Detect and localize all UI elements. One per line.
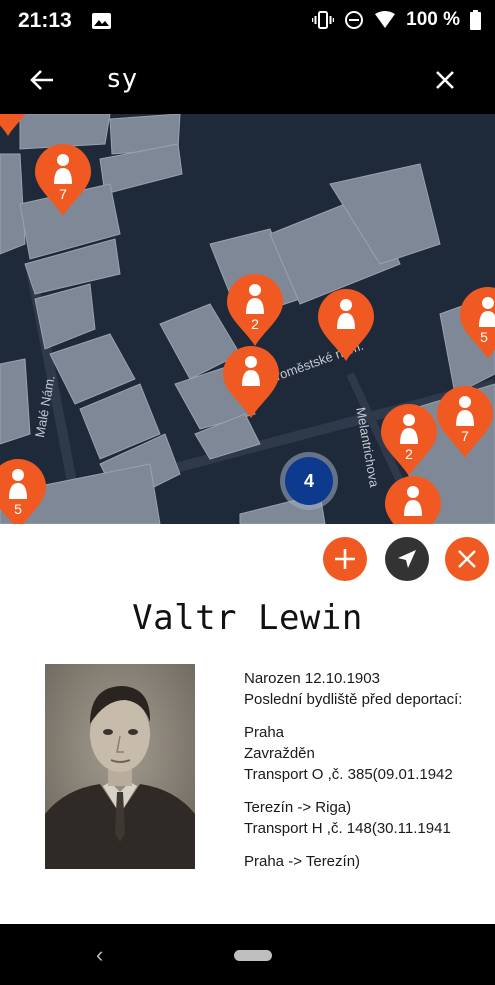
navigation-arrow-icon (398, 550, 416, 568)
wifi-icon (375, 11, 396, 28)
close-icon (458, 550, 476, 568)
map-view[interactable]: Staroměstské nám. Malé Nám. Melantrichov… (0, 114, 495, 524)
person-info: Narozen 12.10.1903 Poslední bydliště pře… (244, 668, 494, 872)
add-button[interactable] (323, 537, 367, 581)
map-marker[interactable] (318, 289, 374, 363)
route-1: Terezín -> Riga) (244, 799, 352, 816)
map-marker[interactable]: 5 (460, 287, 495, 361)
dnd-icon (345, 11, 364, 29)
last-residence-label: Poslední bydliště před deportací: (244, 691, 463, 708)
person-photo (45, 664, 195, 869)
map-marker[interactable]: 2 (381, 404, 437, 478)
map-marker[interactable]: 5 (0, 459, 46, 524)
transport-2: Transport H ,č. 148(30.11.1941 (244, 820, 451, 837)
map-marker[interactable]: 2 (227, 274, 283, 348)
status-icons: 100 % (312, 9, 481, 31)
transport-1: Transport O ,č. 385(09.01.1942 (244, 766, 453, 783)
marker-count: 7 (59, 186, 67, 202)
route-2: Praha -> Terezín) (244, 853, 361, 870)
marker-count: 2 (405, 446, 413, 462)
born-text: Narozen 12.10.1903 (244, 670, 380, 687)
map-marker[interactable]: 7 (437, 386, 493, 460)
back-button[interactable] (22, 60, 62, 100)
person-pin-icon (437, 386, 493, 458)
status-bar: 21:13 100 % (0, 0, 495, 44)
marker-count: 2 (251, 316, 259, 332)
person-pin-icon (35, 144, 91, 216)
battery-percent: 100 % (406, 9, 460, 30)
search-app-bar (0, 44, 495, 114)
person-pin-icon (381, 404, 437, 476)
person-pin-icon (227, 274, 283, 346)
clear-search-button[interactable] (425, 60, 465, 100)
person-pin-icon (318, 289, 374, 361)
person-pin-icon (223, 346, 279, 418)
plus-icon (335, 549, 355, 569)
nav-home-button[interactable] (234, 950, 272, 961)
map-marker[interactable] (0, 114, 36, 138)
close-icon (436, 71, 454, 89)
status-time: 21:13 (18, 9, 72, 32)
person-pin-icon (460, 287, 495, 359)
person-name: Valtr Lewin (132, 598, 363, 638)
fate-text: Zavražděn (244, 745, 315, 762)
nav-back-button[interactable]: ‹ (96, 942, 103, 968)
close-detail-button[interactable] (445, 537, 489, 581)
navigate-button[interactable] (385, 537, 429, 581)
battery-icon (470, 10, 481, 30)
cluster-count: 4 (285, 457, 333, 505)
map-marker[interactable] (385, 476, 441, 524)
map-cluster[interactable]: 4 (280, 452, 338, 510)
person-pin-icon (385, 476, 441, 524)
search-input[interactable] (106, 58, 406, 100)
marker-count: 5 (480, 329, 488, 345)
marker-count: 7 (461, 428, 469, 444)
map-marker[interactable] (223, 346, 279, 420)
system-nav-bar: ‹ (0, 924, 495, 985)
map-marker[interactable]: 7 (35, 144, 91, 218)
city-text: Praha (244, 724, 285, 741)
marker-count: 5 (14, 501, 22, 517)
image-icon (92, 13, 111, 29)
arrow-back-icon (30, 70, 53, 90)
vibrate-icon (312, 11, 335, 29)
person-pin-icon (0, 114, 26, 136)
